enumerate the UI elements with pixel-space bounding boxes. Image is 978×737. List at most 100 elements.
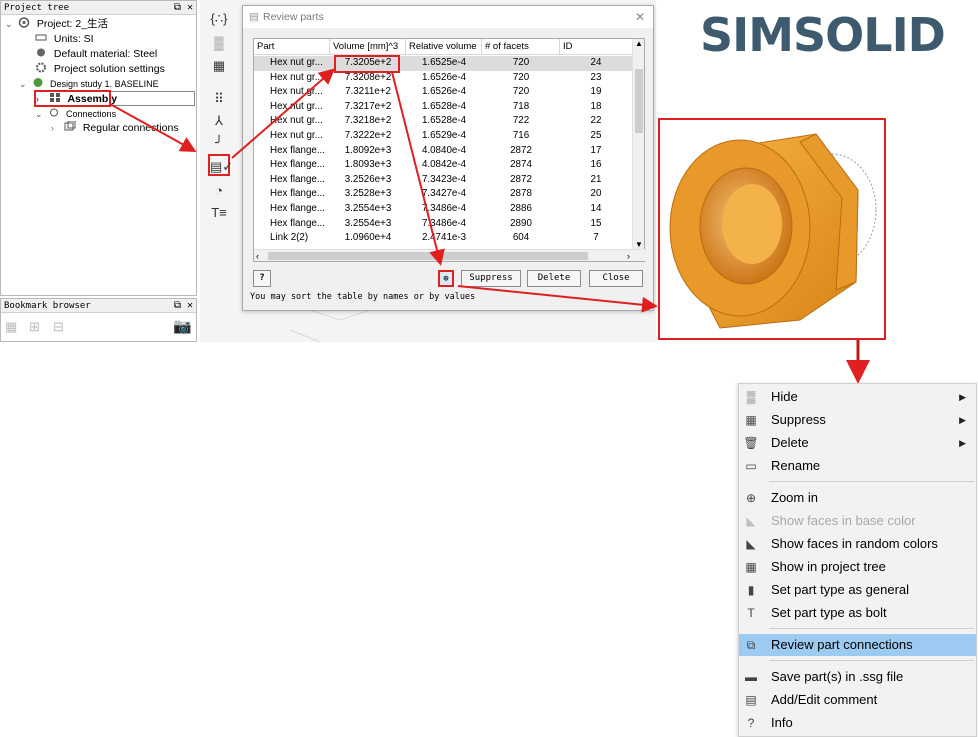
table-row[interactable]: Hex nut gr... 7.3211e+2 1.6526e-4 720 19 xyxy=(254,85,632,100)
tree-item-regular-connections[interactable]: › Regular connections xyxy=(51,120,179,135)
camera-icon[interactable]: 📷 xyxy=(173,317,192,335)
cell-volume: 1.8092e+3 xyxy=(344,144,392,156)
parts-icon[interactable]: ▦ xyxy=(208,55,230,77)
hide-icon: ▒ xyxy=(746,390,756,404)
grid-add-icon[interactable]: ⠿ xyxy=(208,88,230,110)
cell-id: 25 xyxy=(590,130,602,141)
cell-facets: 722 xyxy=(512,115,530,127)
menu-item-review-part-connections[interactable]: ⧉ Review part connections xyxy=(739,634,976,656)
table-row[interactable]: Hex nut gr... 7.3222e+2 1.6529e-4 716 25 xyxy=(254,129,632,144)
bookmark-browser-title: Bookmark browser ⧉ ✕ xyxy=(1,299,196,313)
delete-button[interactable]: Delete xyxy=(527,270,581,287)
review-parts-icon[interactable]: ▤✓ xyxy=(208,154,233,176)
tree-item-connections[interactable]: ⌄ Connections xyxy=(35,107,116,121)
clock-icon[interactable]: ◔ xyxy=(208,180,230,202)
scroll-down-icon[interactable]: ▼ xyxy=(635,240,643,249)
scroll-left-icon[interactable]: ‹ xyxy=(256,250,259,262)
menu-item-set-bolt[interactable]: T Set part type as bolt xyxy=(739,602,976,624)
table-row[interactable]: Link 2(2) 1.0960e+4 2.4741e-3 604 7 xyxy=(254,231,632,246)
collapse-icon[interactable]: ⌄ xyxy=(35,107,45,121)
cell-relative-volume: 7.3427e-4 xyxy=(421,188,467,200)
column-header-id[interactable]: ID xyxy=(560,39,632,55)
project-tree-icon: ▦ xyxy=(745,560,757,574)
table-row[interactable]: Hex flange... 3.2554e+3 7.3486e-4 2890 15 xyxy=(254,217,632,232)
menu-separator xyxy=(769,481,974,482)
menu-item-zoom-in[interactable]: ⊕ Zoom in xyxy=(739,487,976,509)
horizontal-scrollbar[interactable]: ‹ › xyxy=(254,249,646,261)
table-row[interactable]: Hex flange... 3.2526e+3 7.3423e-4 2872 21 xyxy=(254,173,632,188)
axes-icon[interactable]: ⅄ xyxy=(208,110,230,132)
close-icon[interactable]: ✕ xyxy=(635,6,645,28)
bookmark-list-icon[interactable]: ▦ xyxy=(5,319,17,335)
table-row[interactable]: Hex flange... 1.8093e+3 4.0842e-4 2874 16 xyxy=(254,158,632,173)
column-header-volume[interactable]: Volume [mm]^3 xyxy=(330,39,406,55)
cell-part: Hex nut gr... xyxy=(270,86,323,98)
part-preview[interactable] xyxy=(658,118,886,340)
help-button[interactable]: ? xyxy=(253,270,271,287)
menu-item-info[interactable]: ? Info xyxy=(739,712,976,734)
menu-item-label: Zoom in xyxy=(771,490,818,505)
submenu-arrow-icon: ▶ xyxy=(959,438,966,448)
table-row[interactable]: Hex nut gr... 7.3208e+2 1.6526e-4 720 23 xyxy=(254,71,632,86)
collapse-icon[interactable]: ⌄ xyxy=(19,77,29,91)
suppress-button[interactable]: Suppress xyxy=(461,270,521,287)
tree-item-material[interactable]: Default material: Steel xyxy=(35,47,157,61)
tree-item-units[interactable]: Units: SI xyxy=(35,32,94,46)
parts-disabled-icon[interactable]: ▓ xyxy=(208,32,230,54)
menu-item-suppress[interactable]: ▦ Suppress ▶ xyxy=(739,409,976,431)
table-row[interactable]: Hex nut gr... 7.3218e+2 1.6528e-4 722 22 xyxy=(254,114,632,129)
table-row[interactable]: Hex nut gr... 7.3205e+2 1.6525e-4 720 24 xyxy=(254,56,632,71)
close-button[interactable]: Close xyxy=(589,270,643,287)
bookmark-add-icon[interactable]: ⊞ xyxy=(29,319,40,335)
bolt-icon: T xyxy=(747,606,755,620)
scroll-up-icon[interactable]: ▲ xyxy=(635,39,643,48)
menu-item-delete[interactable]: 🗑 Delete ▶ xyxy=(739,432,976,454)
panel-float-close-icons[interactable]: ⧉ ✕ xyxy=(174,299,193,313)
material-icon xyxy=(35,47,47,58)
bookmark-remove-icon[interactable]: ⊟ xyxy=(53,319,64,335)
menu-item-save-ssg[interactable]: ▬ Save part(s) in .ssg file xyxy=(739,666,976,688)
table-row[interactable]: Hex flange... 3.2528e+3 7.3427e-4 2878 20 xyxy=(254,187,632,202)
menu-item-hide[interactable]: ▒ Hide ▶ xyxy=(739,386,976,408)
tree-item-project[interactable]: ⌄ Project: 2_生活 xyxy=(5,17,108,31)
curve-icon[interactable]: ╯ xyxy=(208,132,230,154)
tree-item-design-study[interactable]: ⌄ Design study 1. BASELINE xyxy=(19,77,159,91)
dialog-titlebar[interactable]: ▤ Review parts ✕ xyxy=(243,6,653,28)
menu-item-show-faces-base-color[interactable]: ◣ Show faces in base color xyxy=(739,510,976,532)
cell-relative-volume: 1.6529e-4 xyxy=(421,130,467,141)
ruler-icon xyxy=(35,32,47,43)
table-row[interactable]: Hex flange... 1.8092e+3 4.0840e-4 2872 17 xyxy=(254,144,632,159)
cell-volume: 7.3217e+2 xyxy=(344,100,392,112)
column-header-relative-volume[interactable]: Relative volume xyxy=(406,39,482,55)
cell-id: 7 xyxy=(593,232,599,244)
column-header-facets[interactable]: # of facets xyxy=(482,39,560,55)
panel-float-close-icons[interactable]: ⧉ ✕ xyxy=(174,1,193,15)
cell-facets: 720 xyxy=(512,71,530,83)
menu-item-show-in-project-tree[interactable]: ▦ Show in project tree xyxy=(739,556,976,578)
vertical-scrollbar[interactable]: ▲ ▼ xyxy=(632,39,644,249)
zoom-in-icon: ⊕ xyxy=(443,274,449,284)
cell-relative-volume: 7.3486e-4 xyxy=(421,203,467,214)
variables-icon[interactable]: {∴} xyxy=(208,8,230,30)
menu-item-show-faces-random-colors[interactable]: ◣ Show faces in random colors xyxy=(739,533,976,555)
cell-facets: 2874 xyxy=(510,159,532,171)
menu-item-add-comment[interactable]: ▤ Add/Edit comment xyxy=(739,689,976,711)
scroll-right-icon[interactable]: › xyxy=(627,250,630,262)
table-row[interactable]: Hex nut gr... 7.3217e+2 1.6528e-4 718 18 xyxy=(254,100,632,115)
menu-item-set-general[interactable]: ▮ Set part type as general xyxy=(739,579,976,601)
submenu-arrow-icon: ▶ xyxy=(959,392,966,402)
expand-icon[interactable]: › xyxy=(51,121,61,135)
scrollbar-thumb[interactable] xyxy=(268,252,588,260)
tree-item-solution-settings[interactable]: Project solution settings xyxy=(35,62,165,76)
column-header-part[interactable]: Part xyxy=(254,39,330,55)
table-row[interactable]: Hex flange... 3.2554e+3 7.3486e-4 2886 14 xyxy=(254,202,632,217)
parts-table[interactable]: Part Volume [mm]^3 Relative volume # of … xyxy=(253,38,646,262)
zoom-in-icon: ⊕ xyxy=(745,491,757,505)
menu-item-label: Set part type as general xyxy=(771,582,910,597)
bolt-list-icon[interactable]: T≡ xyxy=(208,202,230,224)
menu-item-rename[interactable]: ▭ Rename xyxy=(739,455,976,477)
zoom-to-part-button[interactable]: ⊕ xyxy=(438,270,454,287)
collapse-icon[interactable]: ⌄ xyxy=(5,17,15,31)
cell-facets: 2872 xyxy=(510,173,532,185)
scrollbar-thumb[interactable] xyxy=(635,69,643,133)
